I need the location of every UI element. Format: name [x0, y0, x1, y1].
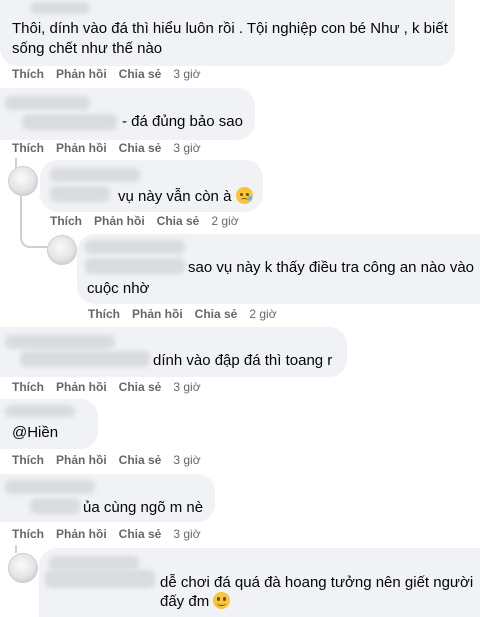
comment-text-content: đấy đm	[160, 593, 210, 610]
comment-text: @Hiền	[12, 424, 59, 441]
timestamp[interactable]: 3 giờ	[173, 527, 200, 541]
reply-button[interactable]: Phản hồi	[56, 67, 107, 81]
reply-thread-line	[15, 545, 17, 553]
reply-button[interactable]: Phản hồi	[132, 307, 183, 321]
blurred-mention	[22, 114, 117, 130]
comment-text: - đá đủng bảo sao	[122, 113, 243, 130]
share-button[interactable]: Chia sẻ	[119, 527, 162, 541]
comment-actions: Thích Phản hồi Chia sẻ 3 giờ	[12, 380, 213, 394]
comment-text: ủa cùng ngõ m nè	[83, 499, 204, 516]
timestamp[interactable]: 2 giờ	[211, 214, 238, 228]
comment-text: Thôi, dính vào đá thì hiểu luôn rồi . Tộ…	[12, 20, 448, 37]
comment-bubble: Thôi, dính vào đá thì hiểu luôn rồi . Tộ…	[0, 0, 455, 66]
comment-text: dễ chơi đá quá đà hoang tưởng nên giết n…	[160, 574, 474, 591]
blurred-author-name	[5, 335, 115, 349]
share-button[interactable]: Chia sẻ	[157, 214, 200, 228]
comment-actions: Thích Phản hồi Chia sẻ 3 giờ	[12, 67, 213, 81]
blurred-author-name	[49, 556, 139, 570]
blurred-author-name	[50, 168, 140, 182]
comment-text: sống chết như thế nào	[12, 40, 163, 57]
timestamp[interactable]: 3 giờ	[173, 141, 200, 155]
crying-face-icon	[235, 187, 253, 204]
share-button[interactable]: Chia sẻ	[119, 141, 162, 155]
blurred-mention	[30, 498, 80, 514]
avatar[interactable]	[47, 235, 77, 265]
like-button[interactable]: Thích	[12, 527, 44, 541]
timestamp[interactable]: 3 giờ	[173, 453, 200, 467]
avatar[interactable]	[8, 553, 38, 583]
avatar[interactable]	[8, 166, 38, 196]
like-button[interactable]: Thích	[12, 380, 44, 394]
like-button[interactable]: Thích	[88, 307, 120, 321]
comment-bubble: - đá đủng bảo sao	[0, 88, 255, 140]
blurred-author-name	[5, 96, 90, 110]
share-button[interactable]: Chia sẻ	[119, 67, 162, 81]
comment-actions: Thích Phản hồi Chia sẻ 3 giờ	[12, 141, 213, 155]
comment-actions: Thích Phản hồi Chia sẻ 3 giờ	[12, 453, 213, 467]
comment-bubble: dễ chơi đá quá đà hoang tưởng nên giết n…	[39, 548, 480, 617]
share-button[interactable]: Chia sẻ	[195, 307, 238, 321]
comment-bubble: @Hiền	[0, 399, 98, 449]
like-button[interactable]: Thích	[12, 67, 44, 81]
blurred-author-name	[5, 480, 95, 494]
comment-bubble: dính vào đập đá thì toang r	[0, 327, 347, 377]
comment-text-content: vụ này vẫn còn à	[118, 188, 232, 205]
comment-bubble: ủa cùng ngõ m nè	[0, 474, 215, 522]
blurred-author-name	[5, 405, 75, 417]
comment-text: vụ này vẫn còn à	[118, 187, 253, 207]
comment-text: dính vào đập đá thì toang r	[153, 352, 333, 369]
comment-text: đấy đm	[160, 592, 231, 612]
share-button[interactable]: Chia sẻ	[119, 380, 162, 394]
timestamp[interactable]: 2 giờ	[249, 307, 276, 321]
blurred-author-name	[30, 2, 90, 14]
reply-button[interactable]: Phản hồi	[56, 453, 107, 467]
comment-bubble: vụ này vẫn còn à	[40, 160, 263, 212]
share-button[interactable]: Chia sẻ	[119, 453, 162, 467]
reply-button[interactable]: Phản hồi	[56, 141, 107, 155]
comment-text: cuộc nhờ	[87, 280, 150, 297]
comment-text: sao vụ này k thấy điều tra công an nào v…	[188, 259, 475, 276]
blurred-mention	[45, 570, 155, 588]
timestamp[interactable]: 3 giờ	[173, 67, 200, 81]
timestamp[interactable]: 3 giờ	[173, 380, 200, 394]
like-button[interactable]: Thích	[12, 141, 44, 155]
comment-actions: Thích Phản hồi Chia sẻ 2 giờ	[88, 307, 289, 321]
smiling-face-icon	[213, 592, 231, 609]
like-button[interactable]: Thích	[12, 453, 44, 467]
blurred-mention	[50, 186, 110, 202]
comment-actions: Thích Phản hồi Chia sẻ 2 giờ	[50, 214, 251, 228]
like-button[interactable]: Thích	[50, 214, 82, 228]
comment-actions: Thích Phản hồi Chia sẻ 3 giờ	[12, 527, 213, 541]
blurred-mention	[85, 258, 185, 274]
comment-bubble: sao vụ này k thấy điều tra công an nào v…	[77, 234, 480, 304]
blurred-author-name	[85, 240, 185, 254]
reply-button[interactable]: Phản hồi	[56, 380, 107, 394]
blurred-mention	[20, 351, 150, 367]
reply-button[interactable]: Phản hồi	[94, 214, 145, 228]
reply-button[interactable]: Phản hồi	[56, 527, 107, 541]
